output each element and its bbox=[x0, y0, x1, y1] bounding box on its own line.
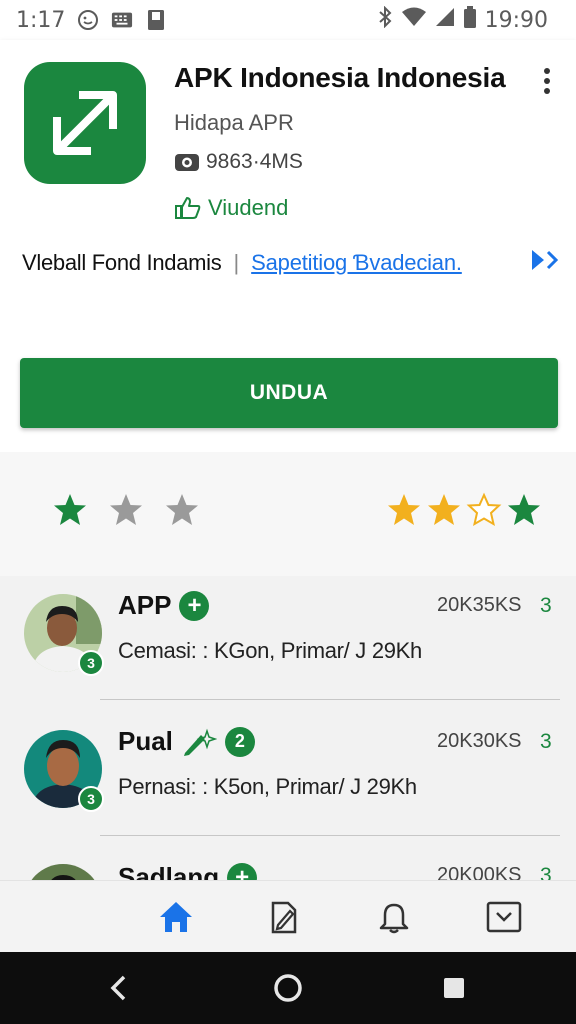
inbox-icon bbox=[486, 901, 522, 933]
document-edit-icon bbox=[271, 901, 297, 934]
app-icon[interactable] bbox=[24, 62, 146, 184]
clipboard-icon bbox=[145, 9, 167, 31]
rating-stars-left[interactable] bbox=[52, 492, 200, 528]
item-name-row: APP + bbox=[118, 590, 210, 621]
tab-notifications[interactable] bbox=[374, 897, 414, 937]
status-bar: 1:17 19:90 bbox=[0, 0, 576, 40]
camera-icon bbox=[175, 154, 199, 171]
back-icon bbox=[110, 975, 126, 1001]
home-button[interactable] bbox=[272, 972, 304, 1004]
info-left-text: Vleball Fond Indamis bbox=[22, 250, 222, 275]
star-outline-icon[interactable] bbox=[466, 492, 502, 528]
size-row: 9863·4MS bbox=[174, 150, 303, 174]
info-separator: | bbox=[233, 250, 240, 275]
item-name: APP bbox=[118, 590, 172, 620]
tab-inbox[interactable] bbox=[484, 897, 524, 937]
rating-strip bbox=[0, 452, 576, 576]
list-item[interactable]: 3 Pual 2 20K30KS 3 Pernasi: : K5on, Prim… bbox=[0, 712, 576, 848]
avatar[interactable]: 3 bbox=[24, 730, 104, 812]
more-options-button[interactable] bbox=[532, 64, 562, 98]
star-filled-green-icon[interactable] bbox=[506, 492, 542, 528]
wifi-icon bbox=[401, 7, 427, 33]
thumbs-up-icon bbox=[175, 197, 201, 219]
app-title: APK Indonesia Indonesia bbox=[174, 62, 506, 93]
avatar-badge: 3 bbox=[78, 786, 104, 812]
item-number: 3 bbox=[540, 594, 552, 617]
item-name: Pual bbox=[118, 726, 173, 756]
star-filled-gold-icon[interactable] bbox=[386, 492, 422, 528]
rating-stars-right[interactable] bbox=[386, 492, 542, 528]
recents-square-icon bbox=[444, 978, 464, 998]
recents-button[interactable] bbox=[438, 972, 470, 1004]
item-name-row: Pual 2 bbox=[118, 726, 255, 757]
status-clock-right: 19:90 bbox=[484, 7, 548, 33]
info-link[interactable]: Sapetitiog Ɓvadecian. bbox=[251, 250, 462, 276]
avatar[interactable]: 3 bbox=[24, 594, 104, 676]
star-filled-gray-icon[interactable] bbox=[108, 492, 144, 528]
tab-documents[interactable] bbox=[264, 897, 304, 937]
add-badge-icon[interactable]: + bbox=[179, 590, 210, 621]
verified-row: Viudend bbox=[174, 195, 288, 221]
item-number: 3 bbox=[540, 730, 552, 753]
item-divider bbox=[100, 835, 560, 836]
status-time: 1:17 bbox=[16, 7, 66, 33]
expand-arrows-icon bbox=[53, 91, 117, 155]
item-divider bbox=[100, 699, 560, 700]
developer-name[interactable]: Hidapa APR bbox=[174, 110, 294, 136]
verified-label: Viudend bbox=[208, 195, 289, 220]
install-button[interactable]: UNDUA bbox=[20, 358, 558, 428]
sparkle-pencil-icon bbox=[183, 728, 217, 756]
signal-icon bbox=[435, 7, 455, 33]
bottom-tab-bar bbox=[0, 880, 576, 952]
status-right: 19:90 bbox=[377, 5, 560, 34]
bell-icon bbox=[379, 903, 409, 934]
system-nav-bar bbox=[0, 952, 576, 1024]
item-stat: 20K30KS bbox=[437, 730, 522, 752]
item-stat: 20K35KS bbox=[437, 594, 522, 616]
avatar-badge: 3 bbox=[78, 650, 104, 676]
app-header-card: APK Indonesia Indonesia Hidapa APR 9863·… bbox=[0, 40, 576, 452]
item-subtitle: Cemasi: : KGon, Primar/ J 29Kh bbox=[118, 638, 422, 663]
chevron-right-icon[interactable] bbox=[528, 246, 562, 280]
bluetooth-icon bbox=[377, 5, 393, 34]
star-filled-gray-icon[interactable] bbox=[164, 492, 200, 528]
battery-icon bbox=[463, 6, 477, 34]
tab-home[interactable] bbox=[156, 897, 196, 937]
app-size: 9863·4MS bbox=[206, 150, 303, 173]
count-badge[interactable]: 2 bbox=[224, 726, 255, 757]
home-icon bbox=[160, 902, 192, 932]
star-filled-gold-icon[interactable] bbox=[426, 492, 462, 528]
item-subtitle: Pernasi: : K5on, Primar/ J 29Kh bbox=[118, 774, 417, 799]
info-row: Vleball Fond Indamis | Sapetitiog Ɓvadec… bbox=[22, 246, 562, 280]
face-icon bbox=[77, 9, 99, 31]
back-button[interactable] bbox=[102, 972, 134, 1004]
keyboard-icon bbox=[111, 9, 133, 31]
list-item[interactable]: 3 APP + 20K35KS 3 Cemasi: : KGon, Primar… bbox=[0, 576, 576, 712]
star-filled-green-icon[interactable] bbox=[52, 492, 88, 528]
home-circle-icon bbox=[274, 974, 302, 1002]
